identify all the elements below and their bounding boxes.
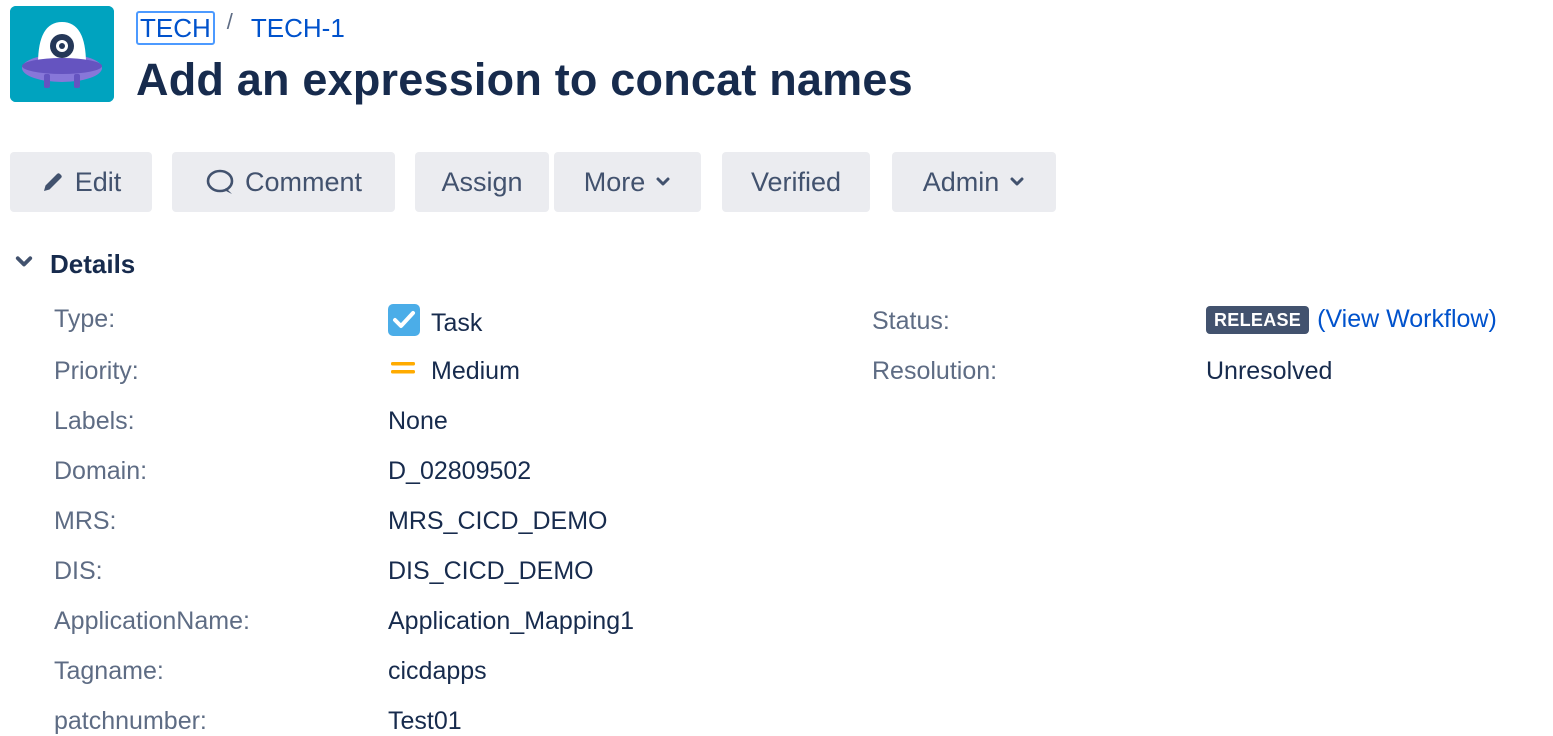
assign-button-label: Assign — [441, 166, 523, 197]
admin-button-label: Admin — [922, 166, 1000, 197]
pencil-icon — [41, 170, 65, 194]
priority-medium-icon — [387, 353, 419, 390]
application-name-value: Application_Mapping1 — [388, 607, 635, 635]
domain-label: Domain: — [54, 457, 148, 485]
priority-label: Priority: — [54, 357, 139, 385]
verified-button[interactable]: Verified — [722, 152, 870, 212]
status-badge: RELEASE — [1206, 305, 1310, 334]
priority-value-text: Medium — [431, 357, 520, 385]
chevron-down-icon — [655, 174, 671, 190]
patchnumber-label: patchnumber: — [54, 707, 207, 735]
status-value: RELEASE (View Workflow) — [1206, 305, 1497, 334]
labels-label: Labels: — [54, 407, 135, 435]
breadcrumb-separator: / — [226, 9, 233, 34]
type-value: Task — [387, 303, 482, 344]
verified-button-label: Verified — [750, 166, 842, 197]
chevron-down-icon — [1009, 174, 1025, 190]
page-title[interactable]: Add an expression to concat names — [136, 54, 913, 106]
dis-label: DIS: — [54, 557, 103, 585]
mrs-label: MRS: — [54, 507, 117, 535]
details-toggle[interactable]: Details — [14, 246, 135, 282]
dis-value: DIS_CICD_DEMO — [388, 557, 594, 585]
edit-button-label: Edit — [74, 166, 122, 197]
project-avatar-icon[interactable] — [10, 6, 114, 102]
issue-header: TECH / TECH-1 Add an expression to conca… — [10, 6, 1540, 106]
labels-value: None — [388, 407, 448, 435]
resolution-label: Resolution: — [872, 357, 998, 385]
tagname-label: Tagname: — [54, 657, 164, 685]
application-name-label: ApplicationName: — [54, 607, 250, 635]
details-section-title: Details — [50, 248, 136, 279]
edit-button[interactable]: Edit — [10, 152, 152, 212]
breadcrumb-issue-key-link[interactable]: TECH-1 — [251, 13, 345, 44]
type-value-text: Task — [431, 309, 483, 337]
comment-button[interactable]: Comment — [172, 152, 395, 212]
view-workflow-link[interactable]: (View Workflow) — [1317, 305, 1497, 334]
status-label: Status: — [872, 307, 950, 335]
resolution-value: Unresolved — [1206, 357, 1333, 385]
assign-button[interactable]: Assign — [415, 152, 549, 212]
domain-value: D_02809502 — [388, 457, 532, 485]
priority-value: Medium — [387, 353, 520, 390]
admin-button[interactable]: Admin — [892, 152, 1056, 212]
patchnumber-value: Test01 — [388, 707, 462, 735]
more-button[interactable]: More — [554, 152, 701, 212]
tagname-value: cicdapps — [388, 657, 487, 685]
breadcrumb-project-link[interactable]: TECH — [136, 11, 215, 45]
task-checkbox-icon — [387, 303, 421, 344]
mrs-value: MRS_CICD_DEMO — [388, 507, 608, 535]
type-label: Type: — [54, 305, 116, 333]
chevron-down-icon — [14, 252, 34, 277]
breadcrumb: TECH / TECH-1 — [136, 9, 345, 46]
comment-button-label: Comment — [244, 166, 363, 197]
more-button-label: More — [583, 166, 646, 197]
comment-icon — [205, 168, 235, 196]
